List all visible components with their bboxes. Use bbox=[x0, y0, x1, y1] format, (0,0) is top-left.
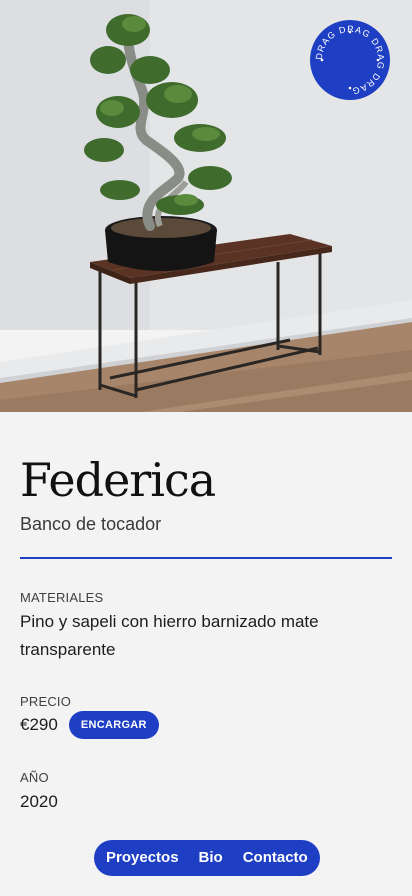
materials-value: Pino y sapeli con hierro barnizado mate … bbox=[20, 612, 319, 659]
nav-link-bio[interactable]: Bio bbox=[189, 840, 233, 876]
product-photo: DRAG DRAG DRAG DRAG bbox=[0, 0, 412, 412]
drag-badge-text: DRAG DRAG DRAG DRAG bbox=[314, 24, 386, 96]
divider bbox=[20, 557, 392, 559]
nav-link-projects[interactable]: Proyectos bbox=[106, 840, 189, 876]
product-title: Federica bbox=[20, 453, 216, 507]
year-label: AÑO bbox=[20, 770, 49, 785]
price-row: €290 ENCARGAR bbox=[20, 711, 159, 739]
nav-link-contact[interactable]: Contacto bbox=[233, 840, 308, 876]
materials-label: MATERIALES bbox=[20, 590, 104, 605]
year-value: 2020 bbox=[20, 792, 58, 811]
price-label: PRECIO bbox=[20, 694, 72, 709]
product-subtitle: Banco de tocador bbox=[20, 514, 162, 534]
drag-badge-ring: DRAG DRAG DRAG DRAG bbox=[314, 24, 386, 96]
drag-badge[interactable]: DRAG DRAG DRAG DRAG bbox=[310, 20, 390, 100]
price-value: €290 bbox=[20, 715, 58, 734]
bottom-nav: Proyectos Bio Contacto bbox=[94, 840, 320, 876]
order-button[interactable]: ENCARGAR bbox=[68, 711, 159, 739]
